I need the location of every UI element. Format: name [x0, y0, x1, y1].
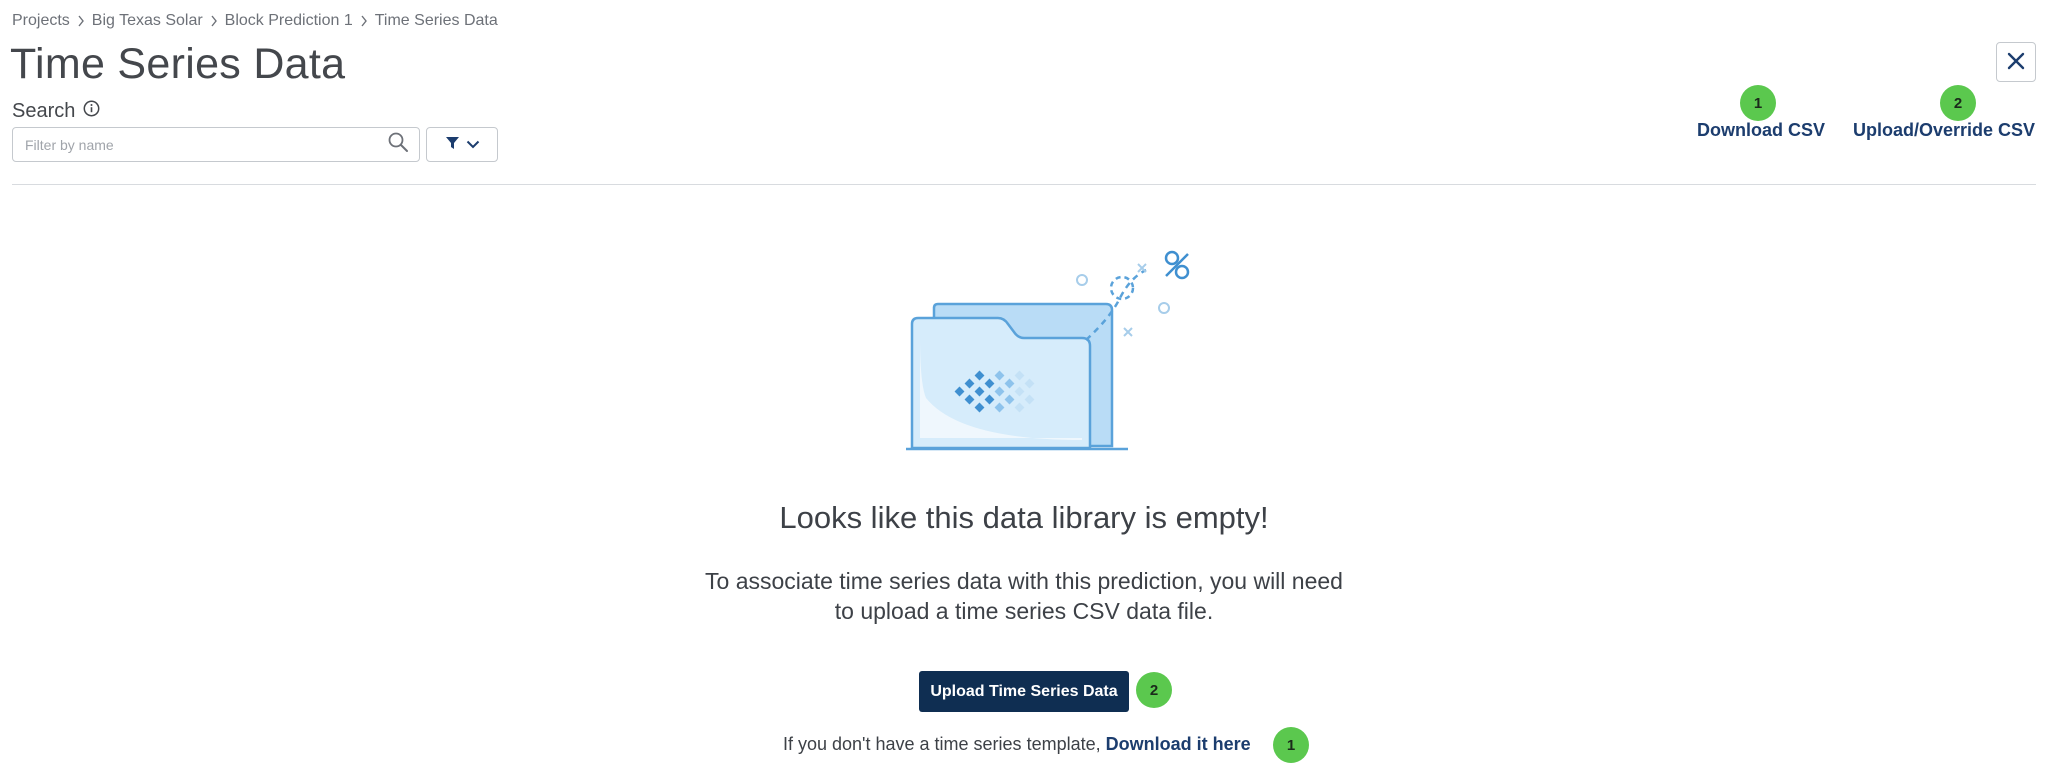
template-hint: If you don't have a time series template…	[783, 734, 1251, 755]
breadcrumb-project[interactable]: Big Texas Solar	[92, 12, 203, 30]
empty-folder-illustration	[900, 248, 1200, 458]
breadcrumb-prediction[interactable]: Block Prediction 1	[225, 12, 353, 30]
header-divider	[12, 184, 2036, 185]
close-icon	[2006, 51, 2026, 74]
chevron-right-icon	[203, 15, 225, 27]
empty-state-description: To associate time series data with this …	[705, 568, 1343, 624]
empty-state-heading: Looks like this data library is empty!	[779, 500, 1269, 535]
upload-button-badge: 2	[1136, 672, 1172, 708]
upload-override-csv-link[interactable]: Upload/Override CSV	[1853, 120, 2035, 141]
chevron-right-icon	[353, 15, 375, 27]
download-template-badge: 1	[1273, 727, 1309, 763]
breadcrumb-current: Time Series Data	[374, 12, 498, 29]
close-button[interactable]	[1996, 42, 2036, 82]
breadcrumb: Projects Big Texas Solar Block Predictio…	[12, 10, 498, 32]
filter-dropdown-button[interactable]	[426, 127, 498, 162]
upload-time-series-data-button[interactable]: Upload Time Series Data	[919, 671, 1129, 712]
search-box	[12, 127, 420, 162]
download-template-link[interactable]: Download it here	[1106, 734, 1251, 754]
chevron-right-icon	[70, 15, 92, 27]
filter-icon	[445, 136, 460, 153]
chevron-down-icon	[466, 137, 480, 152]
search-section-label: Search	[12, 100, 100, 123]
upload-csv-badge: 2	[1940, 85, 1976, 121]
search-input[interactable]	[23, 135, 387, 154]
page-title: Time Series Data	[10, 40, 346, 88]
template-hint-text: If you don't have a time series template…	[783, 734, 1101, 754]
search-label: Search	[12, 100, 76, 122]
download-csv-badge: 1	[1740, 85, 1776, 121]
breadcrumb-projects[interactable]: Projects	[12, 12, 70, 30]
search-icon[interactable]	[387, 131, 409, 158]
info-icon[interactable]	[83, 100, 100, 123]
download-csv-link[interactable]: Download CSV	[1697, 120, 1825, 141]
